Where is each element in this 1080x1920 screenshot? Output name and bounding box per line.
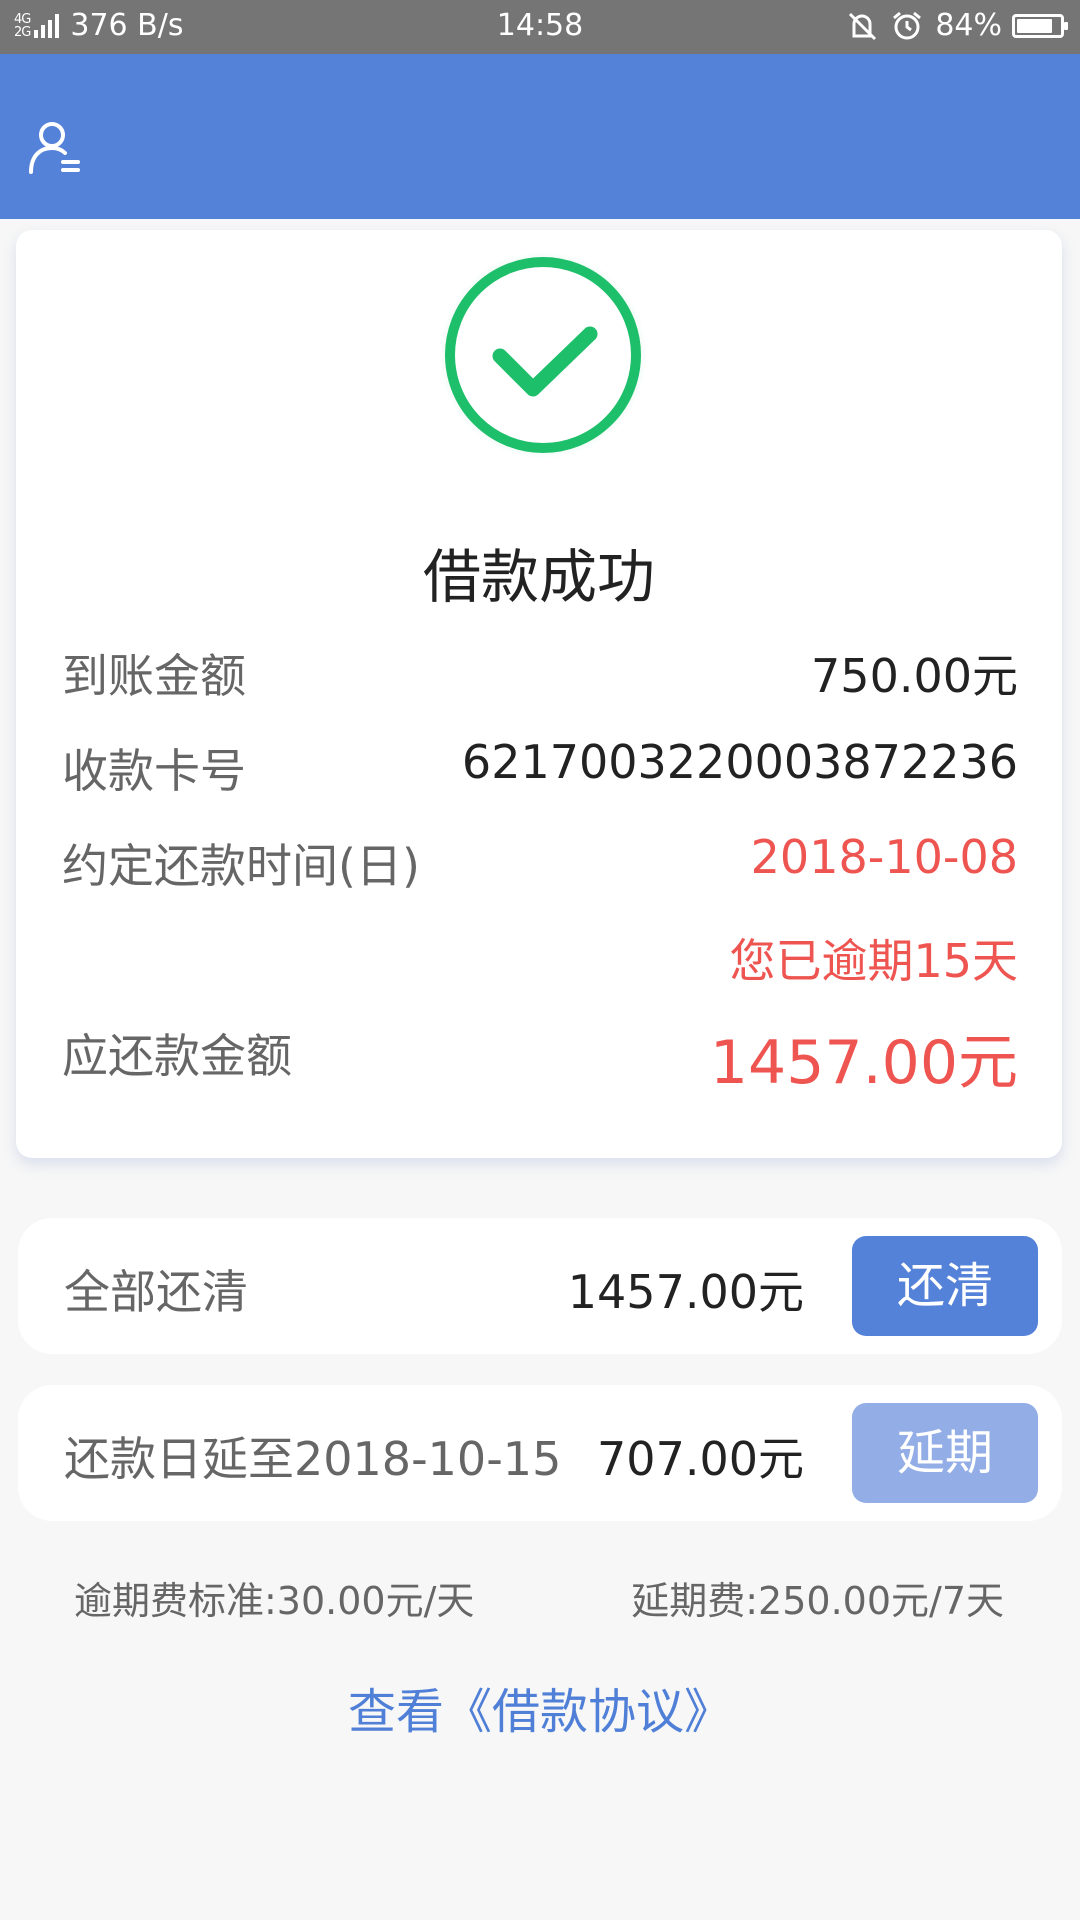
due-value: 2018-10-08	[750, 830, 1018, 884]
card-label: 收款卡号	[62, 744, 246, 798]
overdue-notice: 您已逾期15天	[729, 934, 1018, 988]
pay-off-amount: 1457.00元	[567, 1265, 804, 1319]
app-header	[0, 54, 1080, 219]
due-label: 约定还款时间(日)	[62, 839, 420, 893]
overdue-fee-standard: 逾期费标准:30.00元/天	[74, 1579, 475, 1623]
payable-value: 1457.00元	[709, 1028, 1018, 1098]
status-bar: 4G 2G 376 B/s 14:58 84%	[0, 0, 1080, 54]
loan-agreement-link[interactable]: 查看《借款协议》	[0, 1672, 1080, 1742]
check-circle-icon	[439, 251, 647, 459]
pay-off-label: 全部还清	[64, 1265, 248, 1319]
battery-icon	[1012, 13, 1068, 38]
extend-button[interactable]: 延期	[852, 1403, 1038, 1503]
vibrate-mute-icon	[849, 12, 877, 40]
battery-percent: 84%	[935, 8, 1002, 43]
user-menu-icon[interactable]	[26, 118, 86, 178]
pay-off-button[interactable]: 还清	[852, 1236, 1038, 1336]
alarm-icon	[893, 11, 922, 39]
card-value: 6217003220003872236	[461, 735, 1018, 789]
extend-row: 还款日延至2018-10-15 707.00元 延期	[18, 1385, 1062, 1521]
received-label: 到账金额	[62, 649, 246, 703]
pay-off-row: 全部还清 1457.00元 还清	[18, 1218, 1062, 1354]
payable-label: 应还款金额	[62, 1029, 292, 1083]
extend-amount: 707.00元	[597, 1432, 804, 1486]
received-value: 750.00元	[811, 649, 1018, 703]
loan-result-card: 借款成功 到账金额 750.00元 收款卡号 62170032200038722…	[16, 230, 1062, 1158]
page-title: 借款成功	[422, 543, 655, 611]
extension-fee: 延期费:250.00元/7天	[631, 1579, 1004, 1623]
extend-label: 还款日延至2018-10-15	[64, 1432, 562, 1486]
